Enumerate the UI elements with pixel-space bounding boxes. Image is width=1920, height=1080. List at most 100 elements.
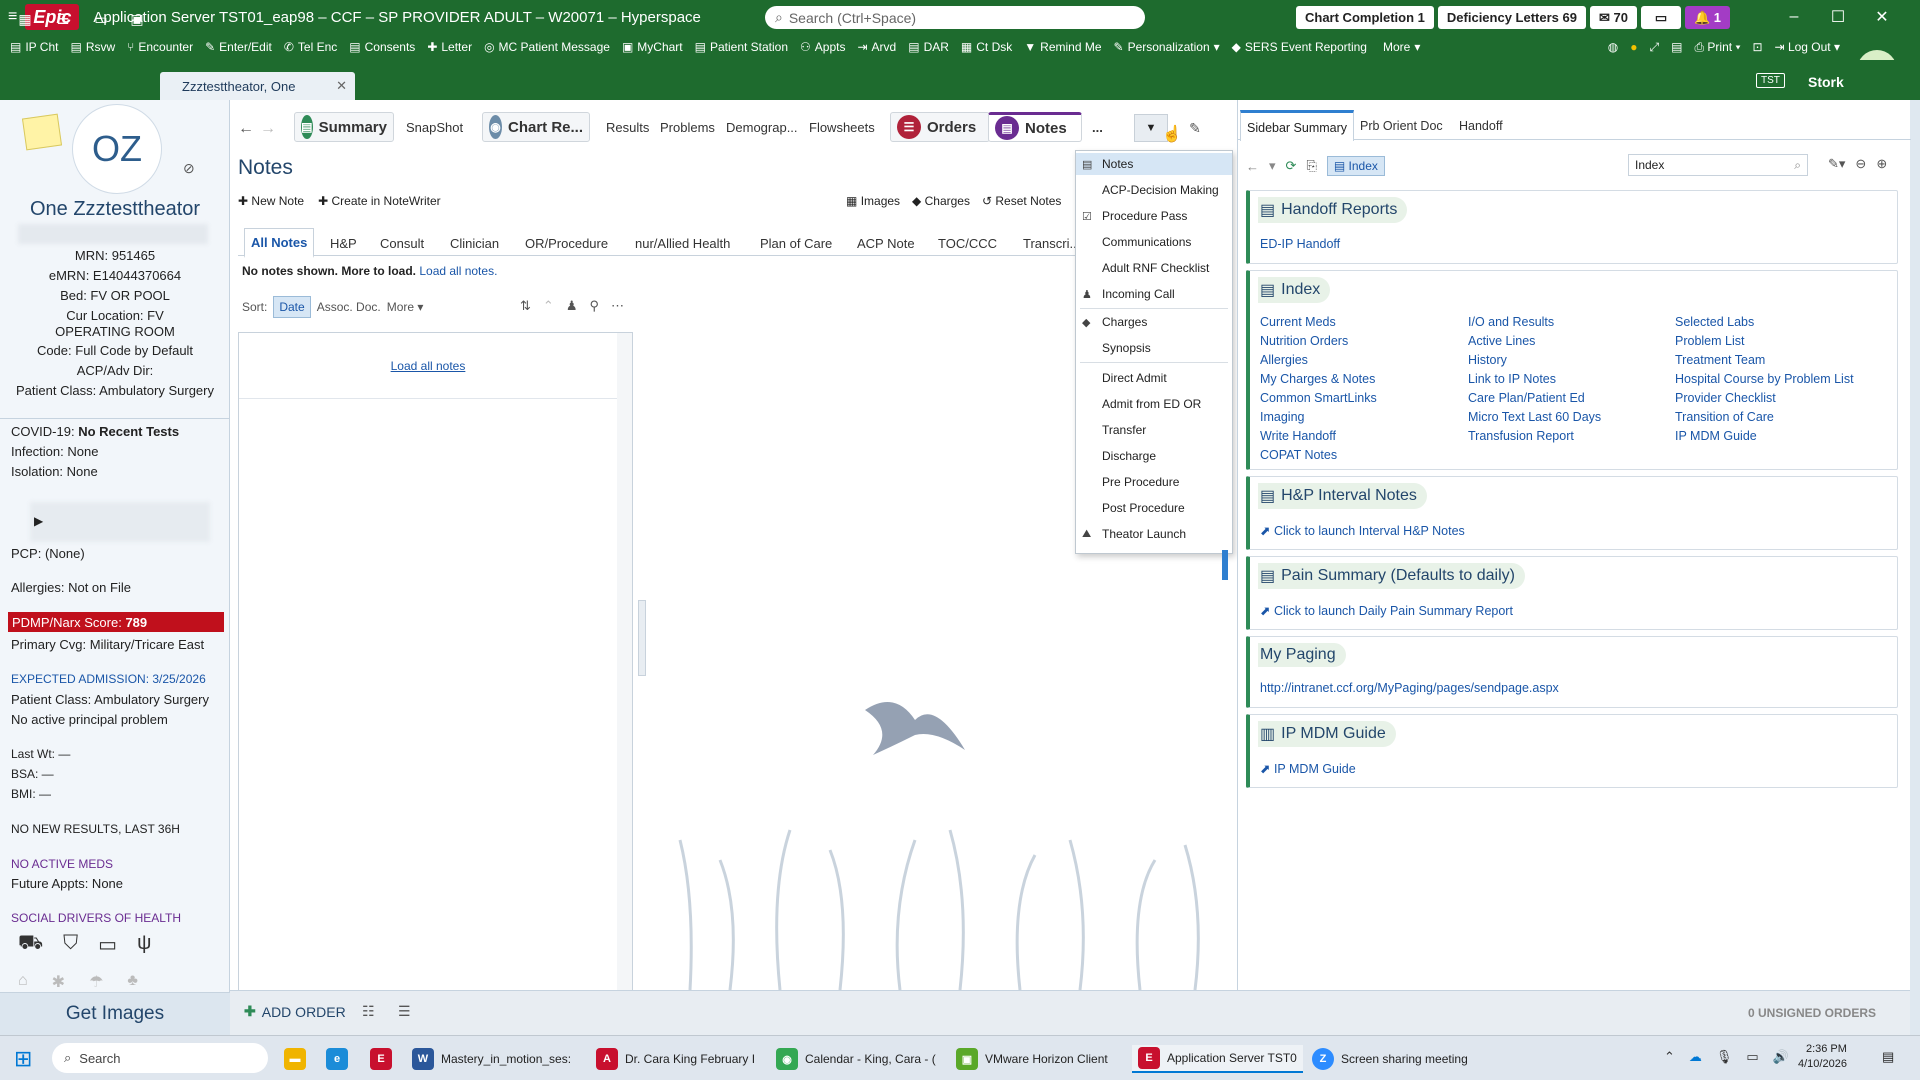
- print-button[interactable]: ⎙ Print ▾: [1694, 40, 1740, 55]
- index-link-provider-checklist[interactable]: Provider Checklist: [1675, 391, 1776, 405]
- index-button[interactable]: ▤ Index: [1326, 156, 1385, 176]
- wrench-settings-icon[interactable]: ✎▾: [1828, 156, 1845, 172]
- sidebar-search-input[interactable]: Index ⌕: [1628, 154, 1808, 176]
- index-link-nutrition-orders[interactable]: Nutrition Orders: [1260, 334, 1348, 348]
- taskbar-search[interactable]: ⌕ Search: [52, 1043, 268, 1073]
- mic-icon[interactable]: 🎙: [1716, 1049, 1733, 1065]
- menu-item-admit-ed-or[interactable]: Admit from ED OR: [1076, 393, 1232, 415]
- patient-workspace-tab[interactable]: Zzztesttheator, One ✕: [160, 72, 355, 100]
- sort-assoc-doc-button[interactable]: Assoc. Doc.: [317, 300, 381, 314]
- tab-more[interactable]: ...: [1086, 112, 1109, 142]
- toolbar-item-consents[interactable]: ▤ Consents: [349, 40, 415, 54]
- filter-plan-of-care[interactable]: Plan of Care: [760, 236, 832, 251]
- toolbar-item-mychart[interactable]: ▣ MyChart: [622, 40, 683, 54]
- copy-icon[interactable]: ⎘: [1306, 158, 1316, 174]
- tab-sidebar-summary[interactable]: Sidebar Summary: [1240, 110, 1355, 141]
- load-all-notes-link[interactable]: Load all notes.: [419, 264, 497, 278]
- allergies[interactable]: Allergies: Not on File: [11, 580, 131, 595]
- unsigned-orders-status[interactable]: 0 UNSIGNED ORDERS: [1748, 1006, 1876, 1020]
- filter-transcription[interactable]: Transcri...: [1023, 236, 1080, 251]
- index-link-treatment-team[interactable]: Treatment Team: [1675, 353, 1765, 367]
- filter-clinician[interactable]: Clinician: [450, 236, 499, 251]
- new-note-button[interactable]: ✚ New Note: [238, 194, 304, 208]
- more-options-icon[interactable]: ⋯: [611, 298, 624, 314]
- filter-or-procedure[interactable]: OR/Procedure: [525, 236, 608, 251]
- back-arrow-icon[interactable]: ←: [238, 120, 254, 138]
- menu-item-notes[interactable]: ▤ Notes: [1076, 153, 1232, 175]
- zoom-out-icon[interactable]: ⊖: [1855, 156, 1866, 172]
- tab-problems[interactable]: Problems: [654, 112, 721, 142]
- toolbar-item-encounter[interactable]: ⑂ Encounter: [127, 40, 193, 54]
- patient-name[interactable]: One Zzztesttheator: [0, 198, 230, 221]
- toolbar-item-arvd[interactable]: ⇥ Arvd: [857, 40, 896, 54]
- index-link-link-to-ip-notes[interactable]: Link to IP Notes: [1468, 372, 1556, 386]
- index-link-history[interactable]: History: [1468, 353, 1507, 367]
- images-button[interactable]: ▦ Images: [846, 194, 900, 208]
- index-link-i-o-and-results[interactable]: I/O and Results: [1468, 315, 1554, 329]
- taskbar-app-vmware[interactable]: ▣ VMware Horizon Client: [956, 1045, 1108, 1073]
- social-icon[interactable]: ♣: [127, 972, 138, 992]
- globe-icon[interactable]: ◍: [1608, 40, 1618, 54]
- toolbar-item-remind-me[interactable]: ▼ Remind Me: [1024, 40, 1101, 54]
- activity-icon[interactable]: ✱: [52, 972, 65, 992]
- expand-icon[interactable]: ⤢: [1650, 40, 1660, 55]
- taskbar-app-mastery[interactable]: W Mastery_in_motion_ses:: [412, 1045, 571, 1073]
- monitor-icon[interactable]: ▣: [124, 8, 150, 30]
- media-thumbnail[interactable]: [30, 502, 210, 542]
- index-link-problem-list[interactable]: Problem List: [1675, 334, 1744, 348]
- refresh-icon[interactable]: ⟳: [1286, 158, 1297, 174]
- social-drivers-heading[interactable]: SOCIAL DRIVERS OF HEALTH: [11, 911, 181, 925]
- person-filter-icon[interactable]: ♟: [566, 298, 578, 314]
- sticky-note-icon[interactable]: [21, 113, 63, 151]
- menu-item-procedure-pass[interactable]: ☑ Procedure Pass: [1076, 205, 1232, 227]
- status-icon[interactable]: ●: [1630, 40, 1637, 54]
- index-link-selected-labs[interactable]: Selected Labs: [1675, 315, 1754, 329]
- finance-icon[interactable]: ▭: [98, 932, 117, 957]
- index-link-care-plan-patient-ed[interactable]: Care Plan/Patient Ed: [1468, 391, 1585, 405]
- no-new-results[interactable]: NO NEW RESULTS, LAST 36H: [11, 822, 180, 836]
- order-list-icon[interactable]: ☷: [362, 1003, 375, 1020]
- menu-item-incoming-call[interactable]: ♟ Incoming Call: [1076, 283, 1232, 305]
- index-link-active-lines[interactable]: Active Lines: [1468, 334, 1535, 348]
- ed-ip-handoff-link[interactable]: ED-IP Handoff: [1260, 237, 1340, 251]
- toolbar-item-ip-cht[interactable]: ▤ IP Cht: [10, 40, 58, 54]
- pdmp-score-badge[interactable]: PDMP/Narx Score: 789: [8, 612, 224, 632]
- index-link-copat-notes[interactable]: COPAT Notes: [1260, 448, 1337, 462]
- wrench-icon[interactable]: ✎: [1178, 114, 1212, 142]
- menu-item-direct-admit[interactable]: Direct Admit: [1076, 367, 1232, 389]
- notification-center-icon[interactable]: ▤: [1882, 1049, 1894, 1065]
- layout-icon[interactable]: ▤: [1671, 40, 1682, 54]
- transport-icon[interactable]: ⛟: [18, 932, 43, 957]
- filter-acp-note[interactable]: ACP Note: [857, 236, 915, 251]
- minimize-button[interactable]: –: [1772, 0, 1816, 34]
- menu-item-adult-rnf[interactable]: Adult RNF Checklist: [1076, 257, 1232, 279]
- tab-demographics[interactable]: Demograp...: [720, 112, 804, 142]
- inbox-icon[interactable]: ▭: [88, 8, 114, 30]
- load-all-notes-button[interactable]: Load all notes: [391, 359, 466, 373]
- index-link-my-charges-notes[interactable]: My Charges & Notes: [1260, 372, 1375, 386]
- tab-orders[interactable]: ☰ Orders: [890, 112, 990, 142]
- tab-notes[interactable]: ▤ Notes: [988, 112, 1082, 142]
- sort-date-button[interactable]: Date: [273, 296, 311, 318]
- onedrive-icon[interactable]: ☁: [1689, 1049, 1702, 1065]
- patient-avatar[interactable]: OZ: [72, 104, 162, 194]
- index-link-micro-text-last-60-days[interactable]: Micro Text Last 60 Days: [1468, 410, 1601, 424]
- no-active-meds[interactable]: NO ACTIVE MEDS: [11, 857, 113, 871]
- order-detail-icon[interactable]: ☰: [398, 1003, 411, 1020]
- tab-flowsheets[interactable]: Flowsheets: [803, 112, 881, 142]
- toolbar-item-appts[interactable]: ⚇ Appts: [800, 40, 845, 54]
- toolbar-item-personalization[interactable]: ✎ Personalization ▾: [1114, 40, 1220, 54]
- toolbar-item-more[interactable]: More ▾: [1379, 40, 1420, 54]
- filter-toc-ccc[interactable]: TOC/CCC: [938, 236, 997, 251]
- chart-completion-button[interactable]: Chart Completion 1: [1296, 6, 1434, 29]
- index-link-imaging[interactable]: Imaging: [1260, 410, 1304, 424]
- housing-icon[interactable]: ⌂: [18, 972, 28, 992]
- back-icon[interactable]: ←: [1246, 159, 1259, 174]
- sort-direction-icon[interactable]: ⇅: [520, 298, 531, 314]
- stork-button[interactable]: Stork: [1808, 74, 1844, 90]
- add-order-button[interactable]: ✚ ADD ORDER: [244, 1003, 346, 1020]
- edit-photo-icon[interactable]: ⊘: [183, 160, 195, 177]
- forward-arrow-icon[interactable]: →: [260, 120, 276, 138]
- index-link-common-smartlinks[interactable]: Common SmartLinks: [1260, 391, 1377, 405]
- inbox-button[interactable]: ✉ 70: [1589, 6, 1637, 29]
